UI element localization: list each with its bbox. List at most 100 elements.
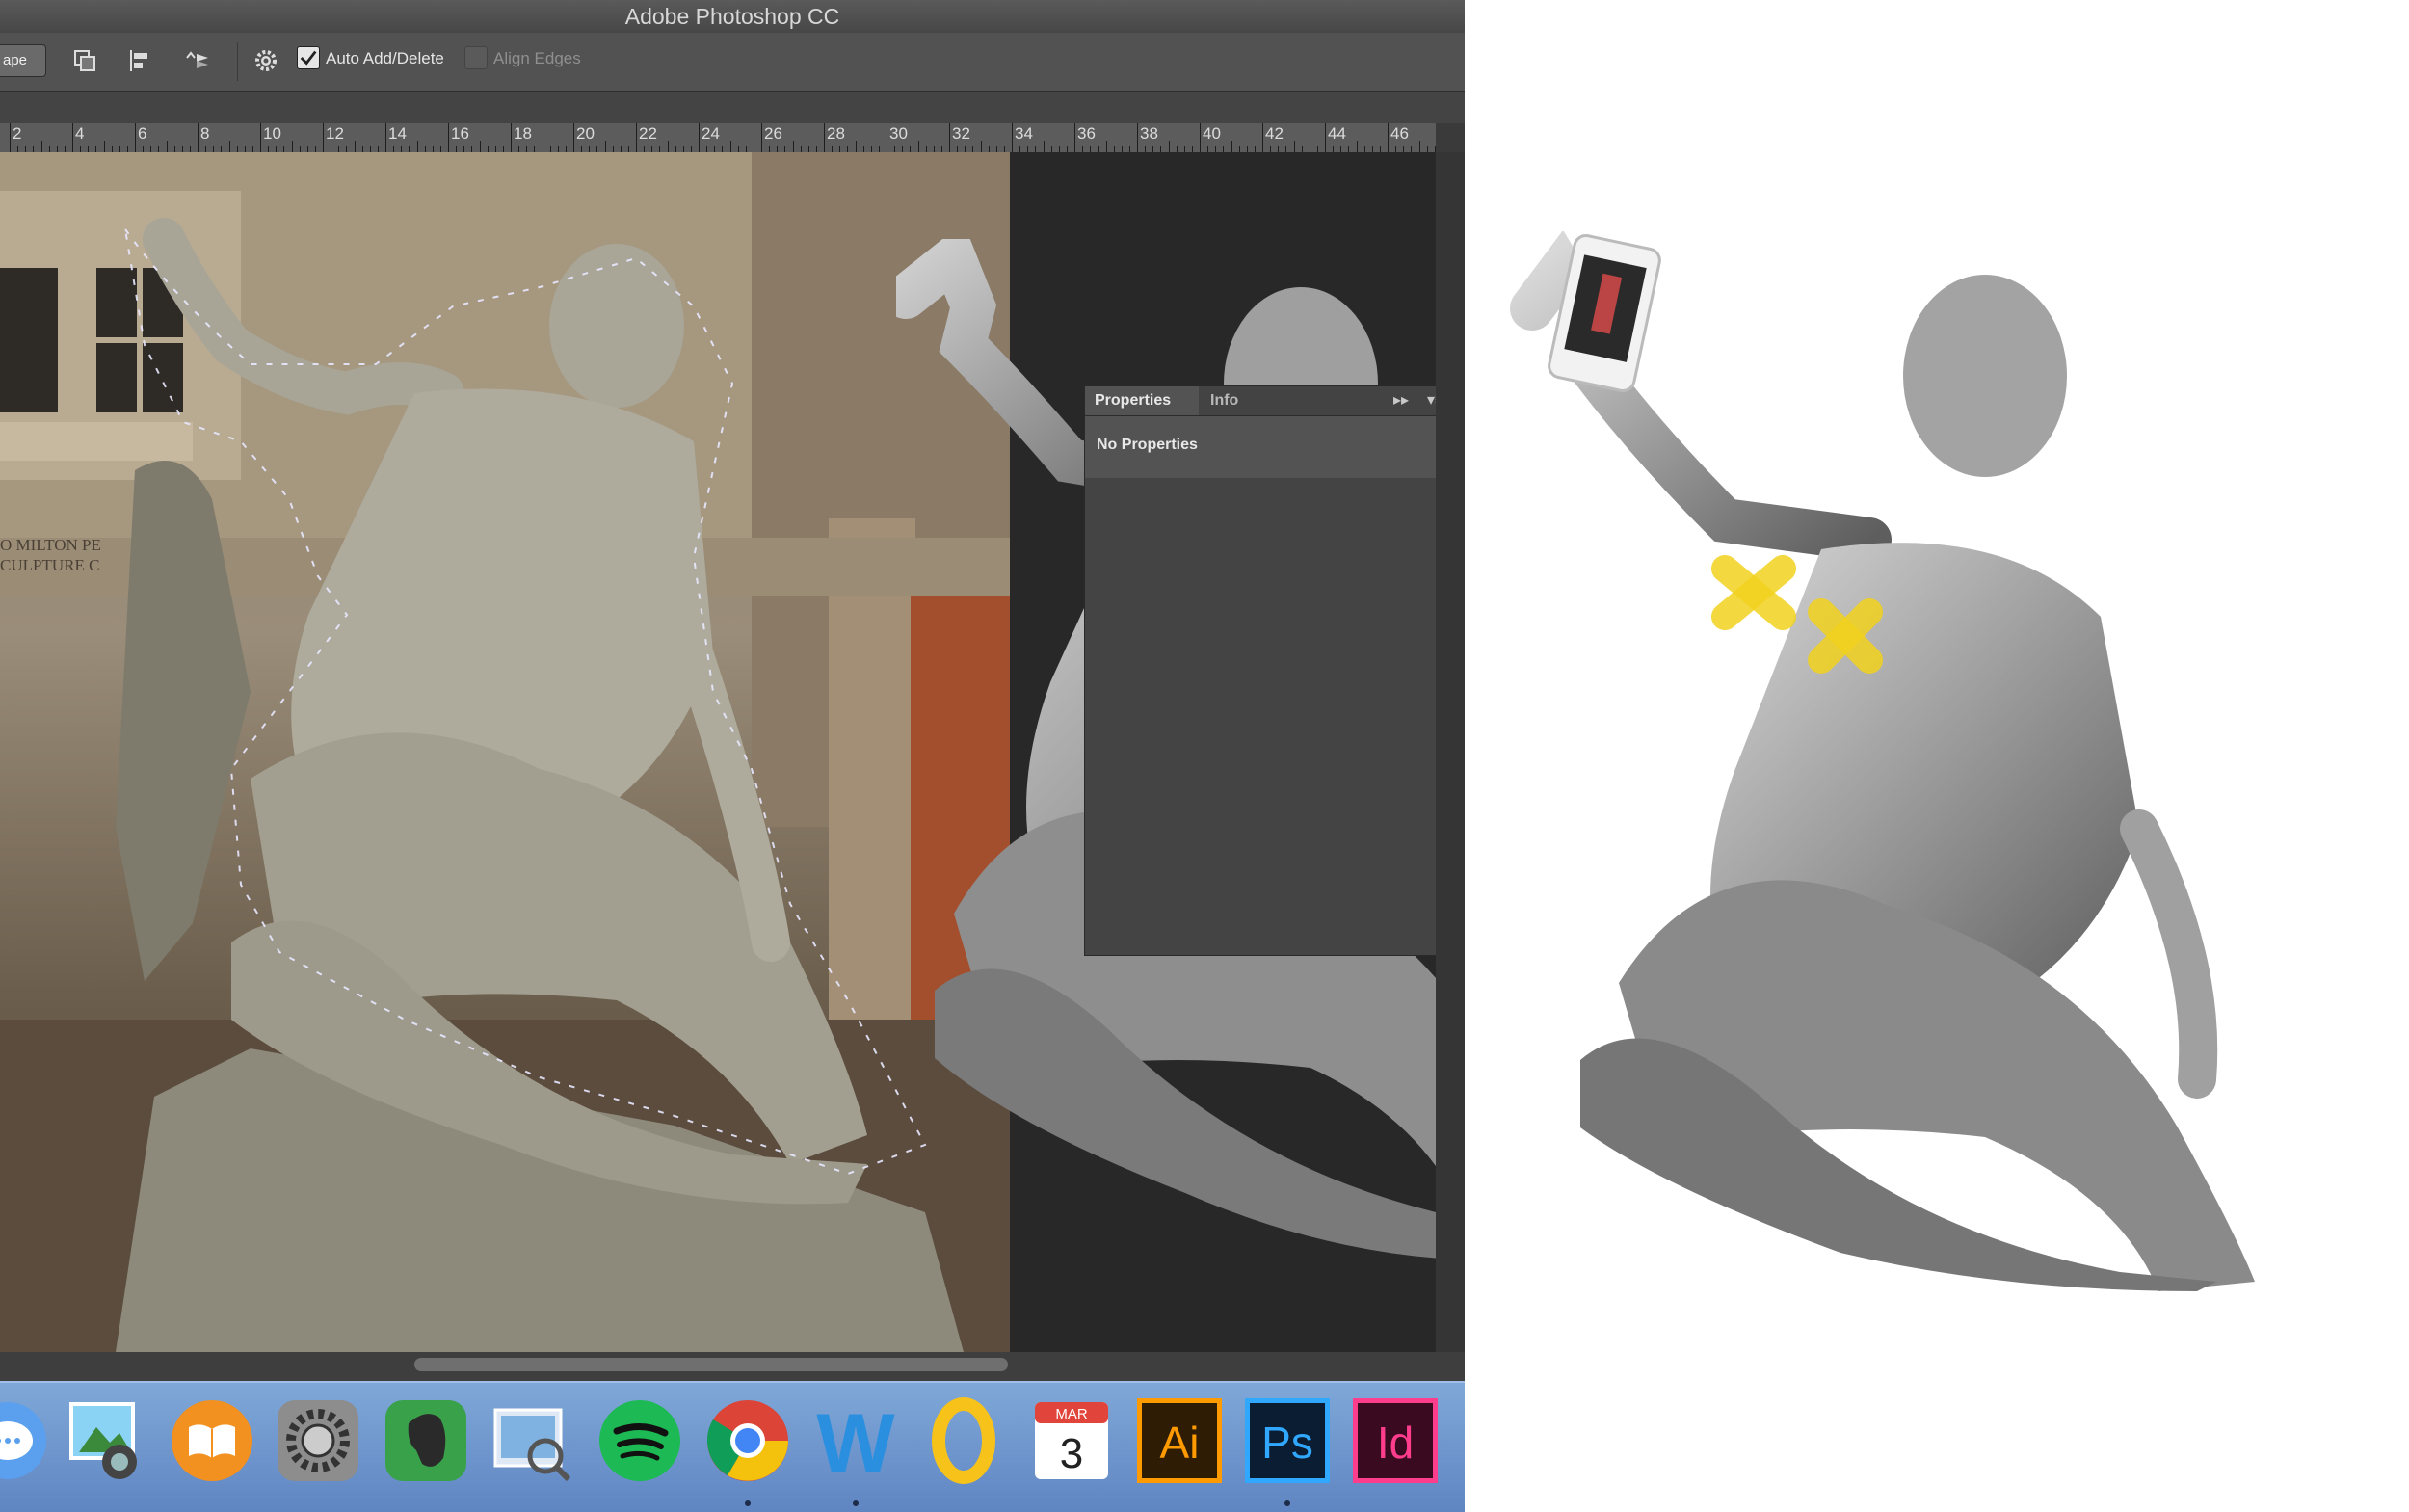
ruler-tick — [228, 141, 230, 152]
final-statue-with-phone — [1510, 231, 2255, 1291]
calendar-month: MAR — [1055, 1406, 1088, 1422]
ruler-tick — [166, 141, 168, 152]
outlook-icon[interactable] — [917, 1394, 1010, 1487]
ruler-tick — [479, 141, 481, 152]
calendar-icon[interactable]: MAR 3 — [1025, 1394, 1118, 1487]
horizontal-scroll-thumb[interactable] — [414, 1358, 1008, 1371]
panel-collapse-icon[interactable]: ▸▸ — [1393, 390, 1409, 410]
system-preferences-icon[interactable] — [272, 1394, 364, 1487]
ruler-label: 10 — [263, 124, 281, 143]
ruler-tick — [917, 141, 919, 152]
ruler-tick — [1418, 141, 1420, 152]
properties-panel: Properties Info ▸▸ ▾≡ No Properties — [1084, 385, 1436, 956]
image-capture-icon[interactable] — [60, 1394, 152, 1487]
ruler-label: 2 — [13, 124, 22, 143]
word-glyph: W — [816, 1397, 895, 1487]
ruler-tick — [40, 141, 42, 152]
chrome-icon[interactable] — [702, 1394, 794, 1487]
indesign-icon[interactable]: Id — [1349, 1394, 1442, 1487]
shape-button[interactable]: ape — [0, 44, 46, 77]
ruler-tick — [729, 141, 731, 152]
yellow-x-mark-right — [1808, 598, 1883, 674]
align-edges-checkbox[interactable] — [464, 46, 488, 69]
ruler-tick — [1325, 123, 1326, 152]
ruler-tick — [1074, 123, 1075, 152]
path-alignment-icon[interactable] — [121, 44, 160, 77]
ruler-tick — [1105, 141, 1107, 152]
ruler-label: 24 — [702, 124, 720, 143]
options-bar: ape Auto Add/Delete Align Edges — [0, 33, 1465, 92]
ruler-tick — [1231, 141, 1232, 152]
gear-icon[interactable] — [247, 44, 285, 77]
ruler-tick — [416, 141, 418, 152]
wall-inscription-line2: CULPTURE C — [0, 556, 99, 574]
tab-info[interactable]: Info — [1201, 386, 1268, 415]
messages-icon[interactable] — [0, 1394, 54, 1487]
ruler-tick — [103, 141, 105, 152]
path-operations-icon[interactable] — [66, 44, 104, 77]
ruler-label: 30 — [889, 124, 908, 143]
title-bar: Adobe Photoshop CC — [0, 0, 1465, 34]
ruler-tick — [448, 123, 449, 152]
ruler-label: 40 — [1203, 124, 1221, 143]
ruler-label: 6 — [138, 124, 147, 143]
evernote-icon[interactable] — [380, 1394, 472, 1487]
photoshop-icon[interactable]: Ps — [1241, 1394, 1334, 1487]
path-arrangement-icon[interactable] — [179, 44, 218, 77]
auto-add-delete-checkbox[interactable] — [297, 46, 320, 69]
ruler-label: 32 — [952, 124, 970, 143]
ruler-tick — [1200, 123, 1201, 152]
vertical-scrollbar[interactable] — [1436, 152, 1465, 1352]
ruler-label: 44 — [1328, 124, 1346, 143]
ruler-tick — [980, 141, 982, 152]
ruler-label: 42 — [1265, 124, 1284, 143]
ruler-tick — [1137, 123, 1138, 152]
spotify-icon[interactable] — [594, 1394, 686, 1487]
illustrator-icon[interactable]: Ai — [1133, 1394, 1226, 1487]
ruler-tick — [511, 123, 512, 152]
ruler-label: 46 — [1390, 124, 1409, 143]
panel-tab-strip: Properties Info ▸▸ ▾≡ — [1085, 386, 1436, 416]
ruler-tick — [1168, 141, 1170, 152]
horizontal-ruler: 2 4 6 8 10 12 14 16 18 20 22 24 26 28 30 32 34 36 38 40 42 44… — [0, 123, 1436, 153]
word-icon[interactable]: W — [809, 1394, 902, 1487]
ruler-tick — [385, 123, 386, 152]
panel-menu-icon[interactable]: ▾≡ — [1427, 390, 1436, 410]
ruler-label: 38 — [1140, 124, 1158, 143]
ruler-tick — [855, 141, 857, 152]
photoshop-running-indicator — [1284, 1500, 1290, 1506]
ruler-tick — [10, 123, 11, 152]
document-canvas: O MILTON PE CULPTURE C Properties Info ▸… — [0, 152, 1436, 1352]
ruler-label: 16 — [451, 124, 469, 143]
ruler-tick — [1043, 141, 1045, 152]
document-tab-area — [0, 92, 1465, 123]
ruler-tick — [291, 141, 293, 152]
ruler-label: 28 — [827, 124, 845, 143]
statue-photo-illustration: O MILTON PE CULPTURE C — [0, 152, 1010, 1352]
illustrator-glyph: Ai — [1160, 1418, 1200, 1468]
ruler-tick — [323, 123, 324, 152]
ruler-label: 36 — [1077, 124, 1096, 143]
calendar-day: 3 — [1060, 1430, 1083, 1477]
ruler-label: 4 — [75, 124, 85, 143]
word-running-indicator — [853, 1500, 859, 1506]
chrome-running-indicator — [745, 1500, 751, 1506]
preview-icon[interactable] — [486, 1394, 578, 1487]
photoshop-glyph: Ps — [1261, 1418, 1313, 1468]
photoshop-window: Adobe Photoshop CC ape Auto Add/Delete A… — [0, 0, 1465, 1512]
ruler-tick — [1388, 123, 1389, 152]
horizontal-scrollbar[interactable] — [0, 1352, 1465, 1381]
ruler-tick — [699, 123, 700, 152]
ruler-label: 26 — [764, 124, 782, 143]
ruler-tick — [636, 123, 637, 152]
ruler-label: 12 — [326, 124, 344, 143]
ruler-tick — [198, 123, 199, 152]
ruler-tick — [1293, 141, 1295, 152]
final-artwork-area — [1465, 0, 2409, 1512]
ibooks-icon[interactable] — [166, 1394, 258, 1487]
panel-content — [1085, 478, 1436, 955]
ruler-tick — [761, 123, 762, 152]
museum-photo: O MILTON PE CULPTURE C — [0, 152, 1010, 1352]
ruler-label: 18 — [514, 124, 532, 143]
tab-properties[interactable]: Properties — [1085, 386, 1199, 415]
